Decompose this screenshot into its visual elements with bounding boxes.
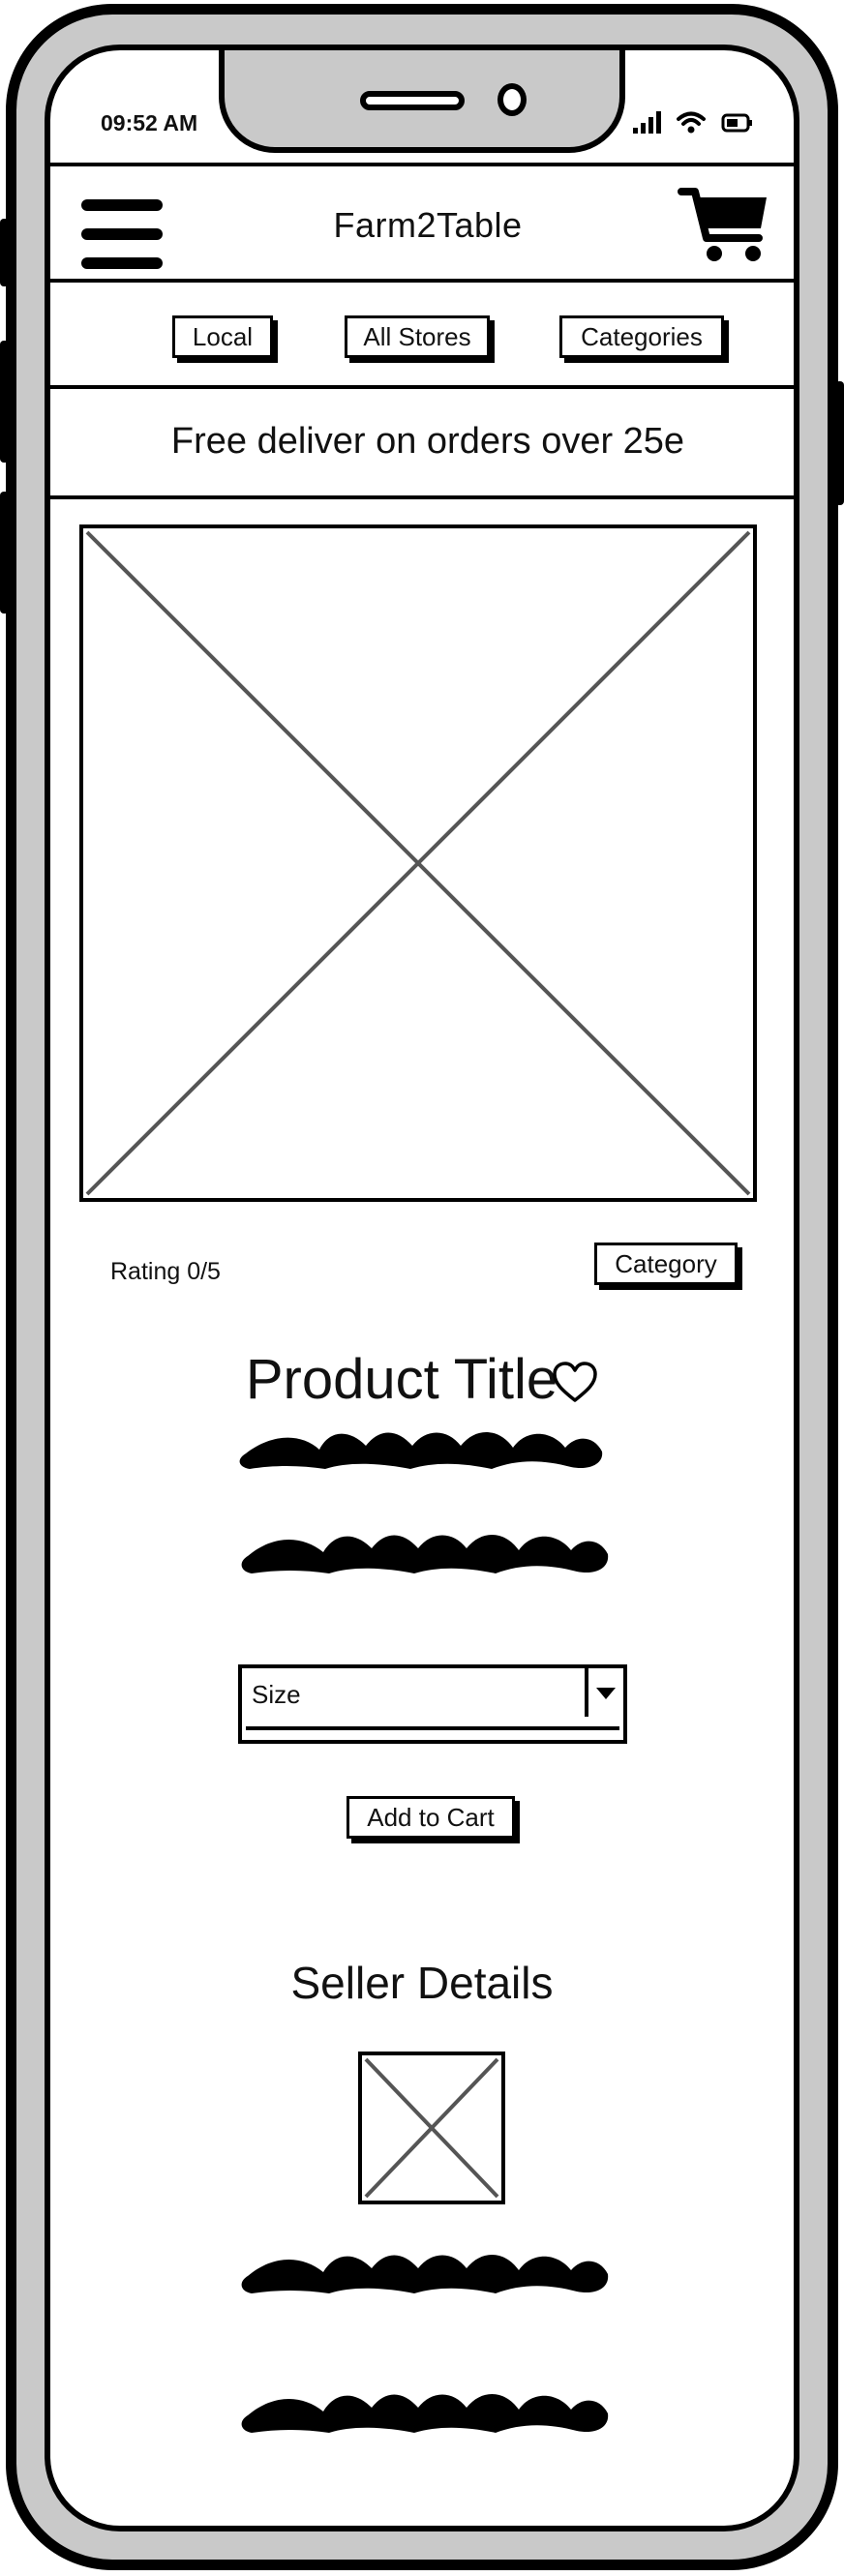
category-button[interactable]: Category [594, 1243, 738, 1285]
shopping-cart-icon[interactable] [678, 184, 770, 267]
seller-info-line-2 [241, 2393, 609, 2433]
notch [219, 50, 625, 153]
seller-details-heading: Seller Details [290, 1958, 554, 2008]
battery-icon [721, 113, 752, 133]
front-camera [497, 83, 527, 116]
speaker [360, 91, 465, 110]
phone-power-button [835, 381, 844, 505]
all-stores-button[interactable]: All Stores [345, 315, 490, 358]
size-select[interactable]: Size [238, 1664, 627, 1721]
status-icons [633, 110, 754, 134]
size-select-dropdown [238, 1717, 627, 1744]
product-description-line-1 [239, 1431, 603, 1469]
phone-volume-down [0, 492, 9, 614]
product-title-row: Product Title [50, 1347, 794, 1412]
local-button[interactable]: Local [172, 315, 273, 358]
product-title: Product Title [245, 1348, 558, 1411]
seller-image-placeholder [358, 2052, 505, 2204]
promo-banner: Free deliver on orders over 25e [50, 389, 794, 499]
product-description-line-2 [241, 1534, 609, 1573]
store-nav: Local All Stores Categories [50, 283, 794, 389]
signal-icon [633, 110, 661, 134]
heart-icon[interactable] [552, 1362, 598, 1404]
categories-button[interactable]: Categories [559, 315, 724, 358]
size-select-value: Size [252, 1680, 301, 1709]
phone-volume-up [0, 341, 9, 463]
status-time: 09:52 AM [101, 110, 198, 135]
wifi-icon [677, 111, 706, 134]
product-image-placeholder [79, 524, 757, 1202]
product-rating: Rating 0/5 [110, 1258, 221, 1285]
app-header: Farm2Table [50, 163, 794, 283]
chevron-down-icon[interactable] [585, 1668, 623, 1717]
seller-info-line-1 [241, 2254, 609, 2293]
phone-screen: 09:52 AM Farm2Table Local All Stores Cat… [45, 45, 799, 2531]
add-to-cart-button[interactable]: Add to Cart [347, 1796, 515, 1839]
phone-side-button [0, 219, 9, 286]
